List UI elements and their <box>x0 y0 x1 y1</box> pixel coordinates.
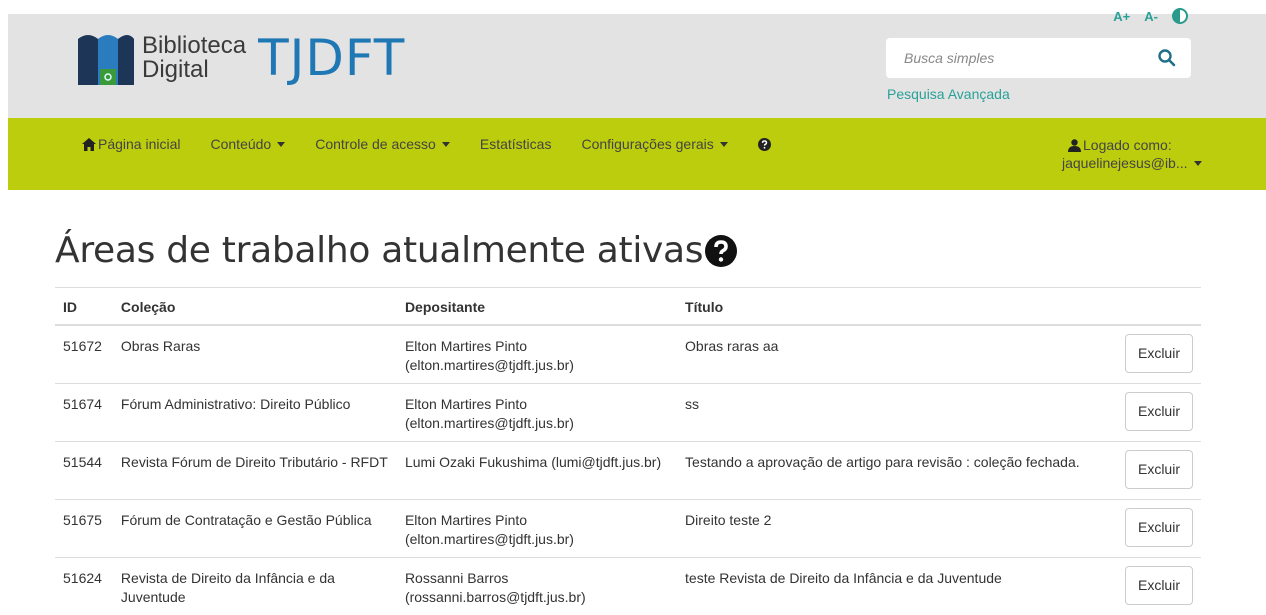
help-icon <box>758 138 771 151</box>
advanced-search-link[interactable]: Pesquisa Avançada <box>887 86 1010 102</box>
delete-button[interactable]: Excluir <box>1125 334 1193 373</box>
cell-title: Direito teste 2 <box>677 500 1117 558</box>
nav-home[interactable]: Página inicial <box>82 136 181 152</box>
cell-action: Excluir <box>1117 384 1201 442</box>
site-header: Biblioteca Digital TJDFT A+ A- Pesquisa … <box>8 14 1266 118</box>
cell-collection: Revista de Direito da Infância e da Juve… <box>113 558 397 615</box>
font-increase-button[interactable]: A+ <box>1113 9 1130 24</box>
logo-text: Biblioteca Digital <box>142 34 246 82</box>
cell-depositor: Elton Martires Pinto(elton.martires@tjdf… <box>397 384 677 442</box>
header-depositor[interactable]: Depositante <box>397 288 677 326</box>
cell-action: Excluir <box>1117 442 1201 500</box>
depositor-name: Elton Martires Pinto <box>405 511 669 530</box>
cell-title: teste Revista de Direito da Infância e d… <box>677 558 1117 615</box>
header-id[interactable]: ID <box>55 288 113 326</box>
depositor-email: (elton.martires@tjdft.jus.br) <box>405 530 669 549</box>
logo-brand: TJDFT <box>258 29 405 87</box>
depositor-name: Rossanni Barros <box>405 569 669 588</box>
header-actions <box>1117 288 1201 326</box>
table-row: 51624 Revista de Direito da Infância e d… <box>55 558 1201 615</box>
table-row: 51544 Revista Fórum de Direito Tributári… <box>55 442 1201 500</box>
delete-button[interactable]: Excluir <box>1125 450 1193 489</box>
font-decrease-button[interactable]: A- <box>1144 9 1158 24</box>
cell-id: 51675 <box>55 500 113 558</box>
table-row: 51672 Obras Raras Elton Martires Pinto(e… <box>55 325 1201 384</box>
workspaces-table: ID Coleção Depositante Título 51672 Obra… <box>55 287 1201 615</box>
cell-id: 51624 <box>55 558 113 615</box>
delete-button[interactable]: Excluir <box>1125 508 1193 547</box>
page-title: Áreas de trabalho atualmente ativas <box>55 230 737 271</box>
nav-content-label: Conteúdo <box>211 136 272 152</box>
user-name-row: jaquelinejesus@ib... <box>1062 154 1202 172</box>
cell-collection: Obras Raras <box>113 325 397 384</box>
depositor-name: Lumi Ozaki Fukushima (lumi@tjdft.jus.br) <box>405 453 669 472</box>
nav-access-control-label: Controle de acesso <box>315 136 436 152</box>
depositor-name: Elton Martires Pinto <box>405 395 669 414</box>
cell-title: Obras raras aa <box>677 325 1117 384</box>
user-name: jaquelinejesus@ib... <box>1062 154 1188 172</box>
cell-collection: Fórum Administrativo: Direito Público <box>113 384 397 442</box>
nav-help[interactable] <box>758 138 771 151</box>
cell-id: 51674 <box>55 384 113 442</box>
main-navbar: Página inicial Conteúdo Controle de aces… <box>8 118 1266 190</box>
user-icon <box>1068 139 1081 152</box>
header-collection[interactable]: Coleção <box>113 288 397 326</box>
logo-line-2: Digital <box>142 58 246 82</box>
page-title-text: Áreas de trabalho atualmente ativas <box>55 230 703 271</box>
table-row: 51674 Fórum Administrativo: Direito Públ… <box>55 384 1201 442</box>
user-menu[interactable]: Logado como: jaquelinejesus@ib... <box>1062 136 1202 172</box>
accessibility-controls: A+ A- <box>1113 8 1188 24</box>
cell-action: Excluir <box>1117 558 1201 615</box>
header-title[interactable]: Título <box>677 288 1117 326</box>
logo-line-1: Biblioteca <box>142 34 246 58</box>
nav-content[interactable]: Conteúdo <box>211 136 286 152</box>
home-icon <box>82 138 96 151</box>
nav-settings[interactable]: Configurações gerais <box>581 136 727 152</box>
search-input[interactable] <box>902 49 1157 67</box>
cell-depositor: Elton Martires Pinto(elton.martires@tjdf… <box>397 325 677 384</box>
depositor-name: Elton Martires Pinto <box>405 337 669 356</box>
cell-title: ss <box>677 384 1117 442</box>
cell-id: 51672 <box>55 325 113 384</box>
depositor-email: (elton.martires@tjdft.jus.br) <box>405 414 669 433</box>
depositor-email: (elton.martires@tjdft.jus.br) <box>405 356 669 375</box>
chevron-down-icon <box>442 142 450 147</box>
chevron-down-icon <box>277 142 285 147</box>
search-icon[interactable] <box>1157 48 1177 68</box>
nav-items: Página inicial Conteúdo Controle de aces… <box>82 136 771 152</box>
cell-action: Excluir <box>1117 325 1201 384</box>
cell-depositor: Lumi Ozaki Fukushima (lumi@tjdft.jus.br) <box>397 442 677 500</box>
search-box <box>886 38 1191 78</box>
delete-button[interactable]: Excluir <box>1125 392 1193 431</box>
cell-title: Testando a aprovação de artigo para revi… <box>677 442 1117 500</box>
nav-settings-label: Configurações gerais <box>581 136 713 152</box>
chevron-down-icon <box>1194 161 1202 166</box>
cell-collection: Revista Fórum de Direito Tributário - RF… <box>113 442 397 500</box>
books-logo-icon <box>74 29 136 87</box>
nav-statistics[interactable]: Estatísticas <box>480 136 552 152</box>
delete-button[interactable]: Excluir <box>1125 566 1193 605</box>
depositor-email: (rossanni.barros@tjdft.jus.br) <box>405 588 669 607</box>
cell-id: 51544 <box>55 442 113 500</box>
cell-collection: Fórum de Contratação e Gestão Pública <box>113 500 397 558</box>
user-label: Logado como: <box>1083 136 1172 154</box>
user-label-row: Logado como: <box>1062 136 1202 154</box>
cell-action: Excluir <box>1117 500 1201 558</box>
nav-access-control[interactable]: Controle de acesso <box>315 136 450 152</box>
chevron-down-icon <box>720 142 728 147</box>
nav-home-label: Página inicial <box>98 136 181 152</box>
nav-statistics-label: Estatísticas <box>480 136 552 152</box>
contrast-icon[interactable] <box>1172 8 1188 24</box>
table-row: 51675 Fórum de Contratação e Gestão Públ… <box>55 500 1201 558</box>
cell-depositor: Elton Martires Pinto(elton.martires@tjdf… <box>397 500 677 558</box>
table-header-row: ID Coleção Depositante Título <box>55 288 1201 326</box>
site-logo[interactable]: Biblioteca Digital TJDFT <box>74 26 405 90</box>
cell-depositor: Rossanni Barros(rossanni.barros@tjdft.ju… <box>397 558 677 615</box>
help-icon[interactable] <box>705 235 737 267</box>
